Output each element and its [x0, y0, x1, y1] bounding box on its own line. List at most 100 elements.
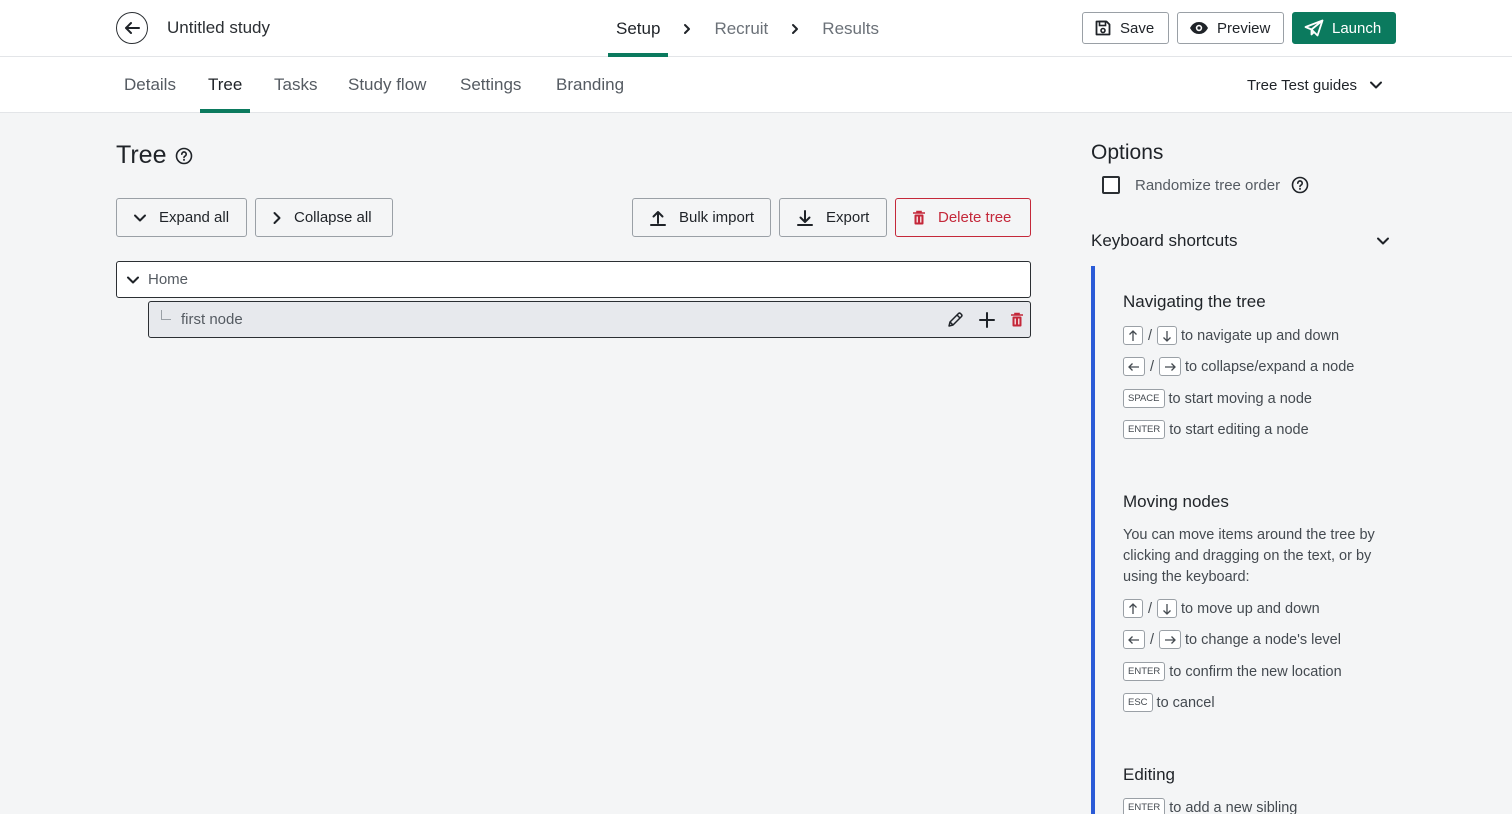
tab-tree[interactable]: Tree [199, 57, 251, 113]
arrow-right-key-icon [1159, 630, 1182, 649]
expand-all-label: Expand all [159, 209, 230, 226]
chevron-down-icon[interactable] [126, 275, 140, 285]
tab-tasks[interactable]: Tasks [274, 57, 317, 113]
enter-key: ENTER [1123, 798, 1166, 814]
expand-all-button[interactable]: Expand all [116, 198, 247, 237]
tree-test-guides-dropdown[interactable]: Tree Test guides [1247, 57, 1383, 113]
shortcut-row: / to change a node's level [1123, 630, 1341, 649]
tree-node-label[interactable]: first node [181, 311, 243, 328]
pencil-icon[interactable] [946, 311, 964, 329]
guides-label: Tree Test guides [1247, 76, 1358, 94]
randomize-label[interactable]: Randomize tree order [1135, 177, 1280, 194]
key-separator: / [1150, 631, 1155, 648]
help-icon[interactable] [1291, 176, 1309, 194]
eye-icon [1189, 20, 1209, 36]
upload-icon [649, 209, 667, 227]
page-title: Tree [116, 141, 167, 169]
arrow-left-icon [123, 19, 141, 37]
download-icon [796, 209, 814, 227]
shortcut-row: / to collapse/expand a node [1123, 357, 1354, 376]
save-icon [1094, 19, 1112, 37]
paper-plane-icon [1304, 19, 1324, 37]
step-recruit[interactable]: Recruit [714, 0, 768, 57]
tree-node-root[interactable]: Home [116, 261, 1031, 298]
node-actions [946, 302, 1024, 337]
back-button[interactable] [116, 12, 148, 44]
sub-nav: Details Tree Tasks Study flow Settings B… [0, 57, 1512, 113]
tab-details[interactable]: Details [124, 57, 176, 113]
branch-line [161, 309, 171, 320]
launch-button[interactable]: Launch [1292, 12, 1396, 44]
arrow-up-key-icon [1123, 326, 1143, 345]
shortcut-row: / to move up and down [1123, 599, 1320, 618]
shortcut-description: to add a new sibling [1169, 799, 1298, 814]
keyboard-shortcuts-toggle[interactable]: Keyboard shortcuts [1091, 231, 1394, 251]
key-separator: / [1150, 358, 1155, 375]
help-icon[interactable] [175, 147, 193, 165]
preview-label: Preview [1217, 19, 1271, 37]
keyboard-shortcuts-label: Keyboard shortcuts [1091, 231, 1238, 250]
shortcut-row: / to navigate up and down [1123, 326, 1339, 345]
shortcut-row: ENTER to confirm the new location [1123, 662, 1342, 681]
save-button[interactable]: Save [1082, 12, 1169, 44]
delete-tree-label: Delete tree [938, 209, 1012, 226]
randomize-checkbox[interactable] [1102, 176, 1120, 194]
export-label: Export [826, 209, 870, 226]
study-title[interactable]: Untitled study [167, 18, 270, 38]
chevron-right-icon [272, 211, 282, 225]
tab-study-flow[interactable]: Study flow [348, 57, 426, 113]
arrow-down-key-icon [1157, 599, 1178, 618]
shortcut-row: ENTER to add a new sibling [1123, 798, 1297, 814]
arrow-right-key-icon [1159, 357, 1182, 376]
step-setup[interactable]: Setup [607, 0, 669, 57]
shortcut-description: to navigate up and down [1181, 327, 1340, 344]
chevron-down-icon [1376, 236, 1390, 246]
shortcut-description: to start editing a node [1169, 421, 1309, 438]
chevron-right-icon [682, 23, 692, 35]
shortcut-description: to confirm the new location [1169, 663, 1342, 680]
bulk-import-button[interactable]: Bulk import [632, 198, 771, 237]
tree-node-label[interactable]: Home [148, 271, 188, 288]
arrow-left-key-icon [1123, 357, 1145, 376]
top-bar: Untitled study Setup Recruit Results Sav… [0, 0, 1512, 57]
delete-tree-button[interactable]: Delete tree [895, 198, 1031, 237]
shortcut-row: ESC to cancel [1123, 693, 1215, 712]
trash-icon[interactable] [1010, 312, 1024, 328]
launch-label: Launch [1332, 19, 1382, 37]
preview-button[interactable]: Preview [1177, 12, 1284, 44]
esc-key: ESC [1123, 693, 1153, 712]
shortcut-description: to collapse/expand a node [1185, 358, 1355, 375]
step-results[interactable]: Results [822, 0, 879, 57]
editing-heading: Editing [1123, 765, 1175, 784]
chevron-right-icon [790, 23, 800, 35]
chevron-down-icon [133, 213, 147, 223]
key-separator: / [1148, 600, 1153, 617]
options-title: Options [1091, 141, 1164, 164]
tab-branding[interactable]: Branding [556, 57, 624, 113]
plus-icon[interactable] [978, 311, 996, 329]
save-label: Save [1120, 19, 1155, 37]
tree-node-child[interactable]: first node [148, 301, 1031, 338]
shortcut-description: to start moving a node [1168, 390, 1312, 407]
key-separator: / [1148, 327, 1153, 344]
step-nav: Setup Recruit Results [607, 0, 879, 57]
moving-description: You can move items around the tree by cl… [1123, 527, 1375, 585]
arrow-down-key-icon [1157, 326, 1178, 345]
shortcut-description: to cancel [1156, 694, 1215, 711]
bulk-import-label: Bulk import [679, 209, 755, 226]
export-button[interactable]: Export [779, 198, 887, 237]
space-key: SPACE [1123, 389, 1165, 408]
arrow-up-key-icon [1123, 599, 1143, 618]
shortcut-description: to move up and down [1181, 600, 1320, 617]
collapse-all-label: Collapse all [294, 209, 372, 226]
shortcut-description: to change a node's level [1185, 631, 1341, 648]
moving-heading: Moving nodes [1123, 492, 1229, 511]
navigating-heading: Navigating the tree [1123, 292, 1266, 311]
enter-key: ENTER [1123, 662, 1166, 681]
shortcut-row: ENTER to start editing a node [1123, 420, 1309, 439]
shortcut-row: SPACE to start moving a node [1123, 389, 1312, 408]
tab-settings[interactable]: Settings [460, 57, 521, 113]
collapse-all-button[interactable]: Collapse all [255, 198, 393, 237]
arrow-left-key-icon [1123, 630, 1145, 649]
chevron-down-icon [1369, 80, 1383, 90]
